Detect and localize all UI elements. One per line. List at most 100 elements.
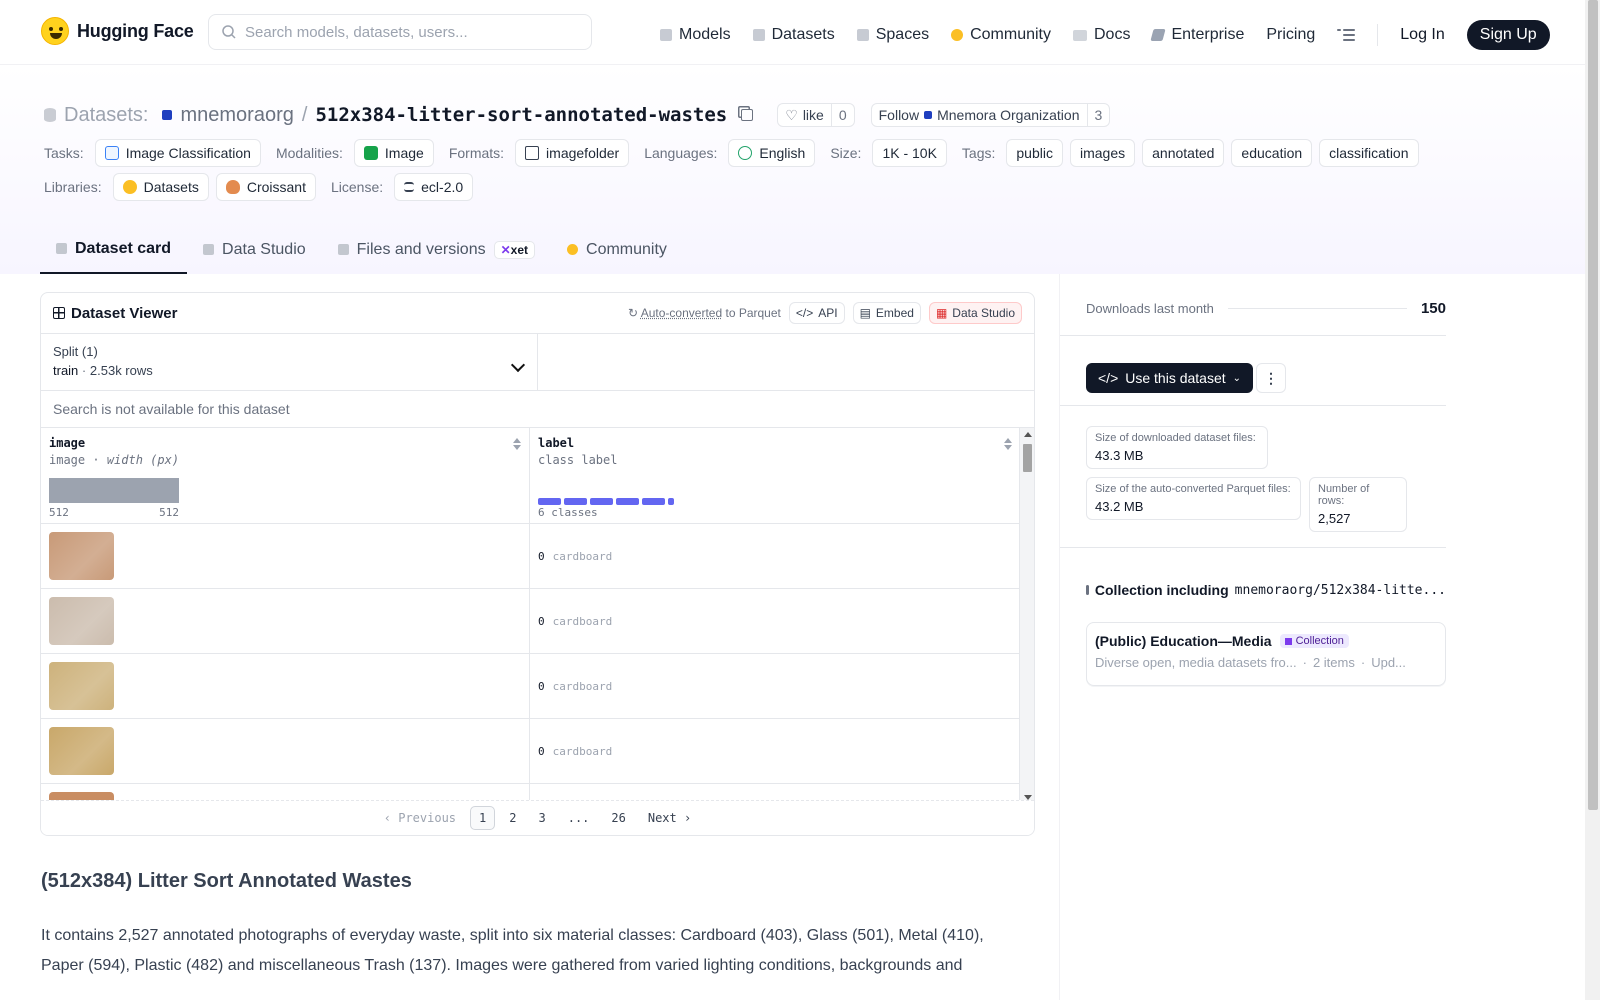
tag-annotated[interactable]: annotated (1142, 139, 1225, 167)
login-link[interactable]: Log In (1400, 26, 1444, 44)
label-cell[interactable]: 0 cardboard (530, 524, 1020, 588)
follow-button[interactable]: Follow Mnemora Organization 3 (870, 103, 1111, 127)
embed-button[interactable]: ▤ Embed (852, 302, 921, 324)
nav-spaces[interactable]: Spaces (856, 26, 929, 44)
tab-files[interactable]: Files and versions ✕xet (322, 225, 551, 274)
image-thumbnail[interactable] (49, 662, 114, 710)
sidebar-divider (1060, 405, 1446, 406)
column-image-subtype: width (px) (106, 453, 180, 467)
tag-format[interactable]: imagefolder (515, 139, 630, 167)
image-cell[interactable] (41, 654, 530, 718)
meta-separator: · (1302, 655, 1307, 670)
tag-education[interactable]: education (1231, 139, 1313, 167)
signup-button[interactable]: Sign Up (1466, 20, 1550, 50)
api-button[interactable]: </> API (788, 302, 845, 324)
image-thumbnail[interactable] (49, 532, 114, 580)
table-row[interactable]: 0 cardboard (41, 589, 1034, 654)
image-icon (363, 146, 378, 160)
table-body: 0 cardboard 0 cardboard 0 cardboard 0 cardboard (41, 524, 1034, 804)
class-bar-segment (538, 498, 561, 505)
collection-card[interactable]: (Public) Education—Media Collection Dive… (1086, 622, 1446, 686)
nav-community[interactable]: Community (951, 26, 1051, 44)
scroll-thumb[interactable] (1023, 444, 1032, 472)
repo-title: Datasets: mnemoraorg / 512x384-litter-so… (44, 103, 1111, 127)
image-cell[interactable] (41, 524, 530, 588)
class-bar-segment (642, 498, 665, 505)
page-26[interactable]: 26 (603, 807, 633, 829)
class-distribution-bar (538, 498, 674, 505)
column-label-header[interactable]: label class label 6 classes (530, 428, 1020, 523)
brand-logo[interactable]: Hugging Face (41, 17, 194, 45)
class-bar-segment (590, 498, 613, 505)
nav-pricing[interactable]: Pricing (1266, 26, 1315, 44)
repo-type-label[interactable]: Datasets: (64, 104, 148, 127)
tag-row-2: Libraries: Datasets Croissant License: e… (44, 173, 474, 201)
image-thumbnail[interactable] (49, 597, 114, 645)
tag-public[interactable]: public (1006, 139, 1063, 167)
tag-library-datasets[interactable]: Datasets (112, 173, 209, 201)
page-2[interactable]: 2 (501, 807, 524, 829)
more-options-button[interactable]: ⋮ (1256, 363, 1286, 393)
image-cell[interactable] (41, 719, 530, 783)
label-cell[interactable]: 0 cardboard (530, 719, 1020, 783)
sort-icon[interactable] (1004, 438, 1012, 450)
menu-icon[interactable] (1337, 28, 1356, 42)
nav-links: Models Datasets Spaces Community Docs En… (660, 20, 1550, 50)
tab-data-studio[interactable]: Data Studio (187, 225, 322, 274)
previous-page[interactable]: ‹ Previous (376, 807, 464, 829)
nav-datasets[interactable]: Datasets (752, 26, 835, 44)
tag-size[interactable]: 1K - 10K (872, 139, 947, 167)
chevron-down-icon: ⌄ (1232, 372, 1242, 384)
table-scrollbar[interactable] (1019, 428, 1034, 804)
data-studio-button[interactable]: ▦ Data Studio (928, 302, 1022, 324)
tab-dataset-card[interactable]: Dataset card (40, 225, 188, 274)
table-row[interactable]: 0 cardboard (41, 719, 1034, 784)
tag-classification[interactable]: classification (1319, 139, 1419, 167)
rows-count-label: Number of rows: (1318, 483, 1370, 507)
rows-count-value: 2,527 (1318, 511, 1351, 526)
tag-images[interactable]: images (1069, 139, 1136, 167)
like-button[interactable]: ♡ like 0 (777, 103, 855, 127)
copy-icon[interactable] (741, 109, 754, 121)
hugging-face-logo-icon (41, 17, 69, 45)
sort-icon[interactable] (513, 438, 521, 450)
use-dataset-button[interactable]: </> Use this dataset ⌄ (1086, 363, 1254, 393)
label-cell[interactable]: 0 cardboard (530, 654, 1020, 718)
image-thumbnail[interactable] (49, 727, 114, 775)
pagination: ‹ Previous 1 2 3 ... 26 Next › (41, 800, 1034, 835)
nav-enterprise[interactable]: Enterprise (1150, 26, 1244, 44)
repo-org-link[interactable]: mnemoraorg (180, 104, 293, 127)
table-row[interactable]: 0 cardboard (41, 524, 1034, 589)
enterprise-icon (1150, 29, 1167, 41)
nav-docs[interactable]: Docs (1073, 26, 1130, 44)
tag-library-croissant[interactable]: Croissant (215, 173, 316, 201)
tag-task-label: Image Classification (125, 145, 251, 161)
next-page[interactable]: Next › (640, 807, 699, 829)
global-search[interactable] (208, 14, 592, 50)
page-scrollbar[interactable] (1585, 0, 1600, 1000)
tab-community[interactable]: Community (551, 225, 683, 274)
tag-modality[interactable]: Image (353, 139, 434, 167)
tag-license[interactable]: ecl-2.0 (394, 173, 474, 201)
collections-heading: Collection including mnemoraorg/512x384-… (1086, 582, 1446, 598)
table-row[interactable]: 0 cardboard (41, 654, 1034, 719)
tag-modality-label: Image (384, 145, 424, 161)
label-cell[interactable]: 0 cardboard (530, 589, 1020, 653)
croissant-icon (225, 180, 240, 194)
datasets-icon (752, 29, 765, 41)
search-input[interactable] (245, 23, 565, 41)
autoconverted-rest: to Parquet (725, 306, 781, 320)
scroll-up-icon[interactable] (1024, 432, 1032, 437)
page-scroll-thumb[interactable] (1588, 0, 1598, 810)
autoconverted-link[interactable]: Auto-converted (641, 306, 722, 320)
tag-task[interactable]: Image Classification (94, 139, 261, 167)
dataset-viewer: Dataset Viewer ↻ Auto-converted to Parqu… (40, 292, 1035, 836)
repo-name[interactable]: 512x384-litter-sort-annotated-wastes (315, 104, 727, 126)
column-image-header[interactable]: image image · width (px) 512 512 (41, 428, 530, 523)
tag-language[interactable]: English (728, 139, 816, 167)
image-cell[interactable] (41, 589, 530, 653)
page-3[interactable]: 3 (530, 807, 553, 829)
split-selector[interactable]: Split (1) train · 2.53k rows (41, 334, 538, 390)
nav-models[interactable]: Models (660, 26, 731, 44)
page-1[interactable]: 1 (470, 806, 496, 830)
